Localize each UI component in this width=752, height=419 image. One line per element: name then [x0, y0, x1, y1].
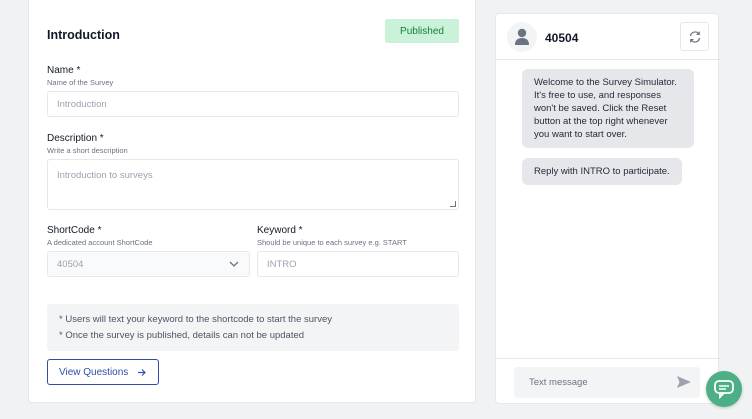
info-notes: * Users will text your keyword to the sh…: [47, 304, 459, 351]
description-help: Write a short description: [47, 146, 128, 155]
view-questions-button[interactable]: View Questions: [47, 359, 159, 385]
arrow-right-icon: [138, 369, 146, 376]
note-item: * Once the survey is published, details …: [59, 330, 305, 341]
refresh-icon: [689, 30, 700, 43]
chat-bubble-icon: [714, 380, 734, 399]
description-textarea[interactable]: Introduction to surveys: [47, 159, 459, 210]
shortcode-help: A dedicated account ShortCode: [47, 238, 153, 247]
name-input[interactable]: Introduction: [47, 91, 459, 117]
keyword-input[interactable]: INTRO: [257, 251, 459, 277]
name-help: Name of the Survey: [47, 78, 114, 87]
reset-button[interactable]: [680, 22, 709, 51]
message-bubble: Welcome to the Survey Simulator. It's fr…: [522, 69, 694, 148]
description-textarea-value: Introduction to surveys: [57, 170, 153, 181]
note-item: * Users will text your keyword to the sh…: [59, 314, 332, 325]
resize-handle-icon[interactable]: [450, 201, 456, 207]
simulator-footer: Text message: [496, 358, 720, 405]
keyword-help: Should be unique to each survey e.g. STA…: [257, 238, 407, 247]
survey-simulator-card: 40504 Welcome to the Survey Simulator. I…: [495, 13, 720, 405]
message-bubble: Reply with INTRO to participate.: [522, 158, 682, 185]
text-message-input[interactable]: Text message: [514, 367, 700, 398]
avatar: [507, 22, 537, 52]
text-message-placeholder: Text message: [529, 377, 588, 388]
send-icon[interactable]: [676, 375, 692, 389]
shortcode-select[interactable]: 40504: [47, 251, 250, 277]
keyword-input-value: INTRO: [267, 258, 297, 270]
status-badge: Published: [385, 19, 459, 43]
shortcode-label: ShortCode *: [47, 225, 102, 236]
page-title: Introduction: [47, 28, 120, 42]
description-label: Description *: [47, 133, 104, 144]
user-icon: [515, 28, 529, 45]
shortcode-select-value: 40504: [57, 258, 84, 270]
name-input-value: Introduction: [57, 98, 107, 110]
simulator-header: 40504: [496, 14, 720, 60]
survey-form-card: Introduction Published Name * Name of th…: [28, 0, 476, 403]
name-label: Name *: [47, 65, 81, 76]
simulator-title: 40504: [545, 31, 579, 45]
chevron-down-icon: [229, 261, 239, 267]
keyword-label: Keyword *: [257, 225, 303, 236]
view-questions-label: View Questions: [59, 366, 129, 378]
chat-button[interactable]: [706, 371, 742, 407]
